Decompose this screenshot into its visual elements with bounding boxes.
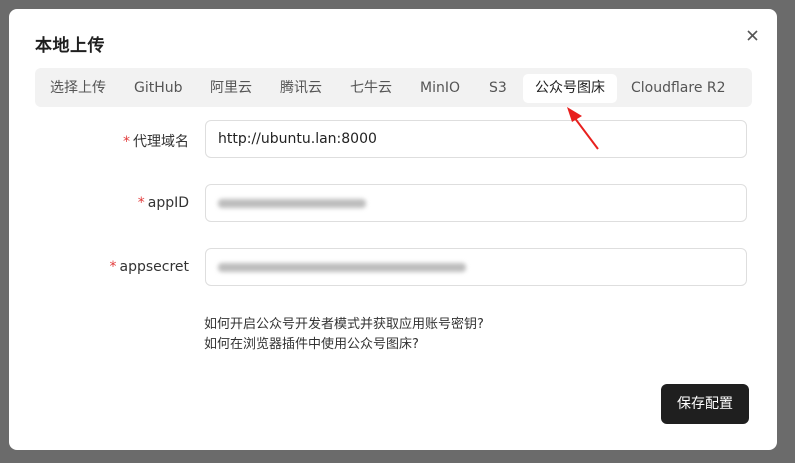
help-link-dev-mode[interactable]: 如何开启公众号开发者模式并获取应用账号密钥? <box>204 313 484 332</box>
provider-tabs: 选择上传 GitHub 阿里云 腾讯云 七牛云 MinIO S3 公众号图床 C… <box>35 68 752 107</box>
close-icon[interactable] <box>742 25 764 47</box>
required-mark: * <box>137 195 145 211</box>
tab-wechat-mp[interactable]: 公众号图床 <box>523 74 617 103</box>
tab-s3[interactable]: S3 <box>489 74 507 103</box>
dialog-title: 本地上传 <box>35 36 105 56</box>
proxy-domain-input[interactable]: http://ubuntu.lan:8000 <box>205 120 747 158</box>
tab-minio[interactable]: MinIO <box>420 74 460 103</box>
redacted-value <box>218 198 366 208</box>
tab-cloudflare-r2[interactable]: Cloudflare R2 <box>631 74 726 103</box>
app-secret-input[interactable] <box>205 248 747 286</box>
redacted-value <box>218 262 466 272</box>
proxy-domain-label: * 代理域名 <box>123 134 189 150</box>
app-secret-label: * appsecret <box>109 259 189 275</box>
tab-github[interactable]: GitHub <box>134 74 183 103</box>
tab-select-upload[interactable]: 选择上传 <box>50 74 106 103</box>
tab-tencent[interactable]: 腾讯云 <box>280 74 322 103</box>
tab-aliyun[interactable]: 阿里云 <box>210 74 252 103</box>
app-id-input[interactable] <box>205 184 747 222</box>
help-link-browser-plugin[interactable]: 如何在浏览器插件中使用公众号图床? <box>204 333 419 352</box>
upload-dialog: 本地上传 选择上传 GitHub 阿里云 腾讯云 七牛云 MinIO S3 公众… <box>9 9 777 450</box>
tab-qiniu[interactable]: 七牛云 <box>350 74 392 103</box>
required-mark: * <box>109 259 117 275</box>
required-mark: * <box>123 134 130 150</box>
app-id-label: * appID <box>137 195 189 211</box>
save-config-button[interactable]: 保存配置 <box>661 384 749 424</box>
